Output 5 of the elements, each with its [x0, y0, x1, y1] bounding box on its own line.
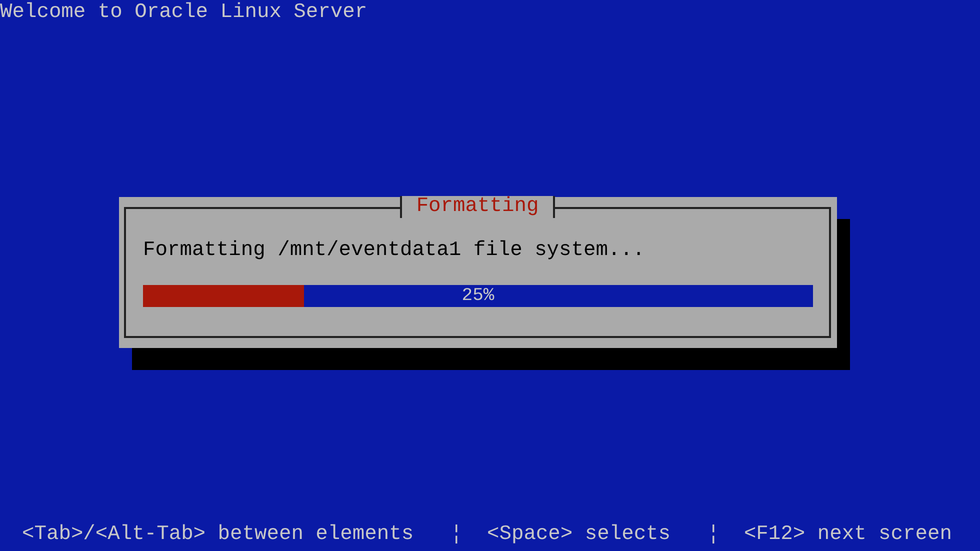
window-title: Welcome to Oracle Linux Server [0, 0, 368, 25]
status-message: Formatting /mnt/eventdata1 file system... [143, 239, 646, 263]
help-line: <Tab>/<Alt-Tab> between elements ¦ <Space> selects ¦ <F12> next screen [22, 523, 952, 546]
dialog-title: Formatting [400, 196, 555, 218]
progress-percent: 25% [462, 286, 494, 306]
